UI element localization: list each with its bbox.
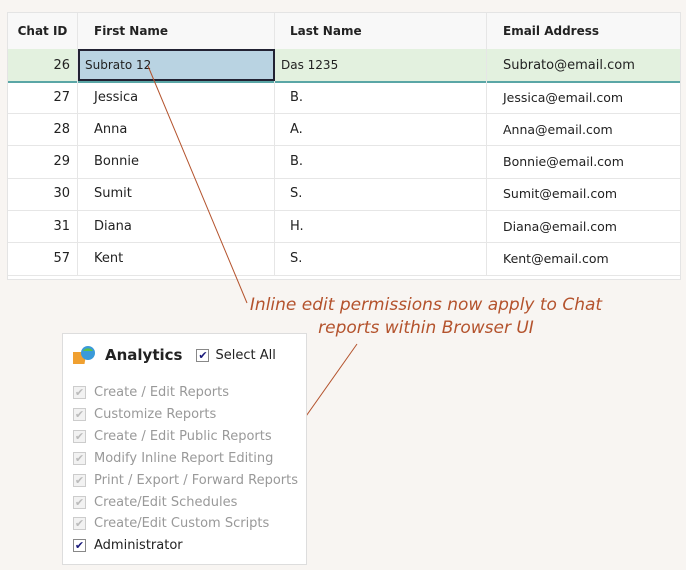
permission-label: Modify Inline Report Editing <box>94 450 274 466</box>
permission-checkbox[interactable]: ✔ <box>73 386 86 399</box>
analytics-icon <box>73 346 95 364</box>
permission-checkbox[interactable]: ✔ <box>73 429 86 443</box>
permission-item[interactable]: ✔ Create/Edit Custom Scripts <box>73 516 269 531</box>
permission-item[interactable]: ✔ Customize Reports <box>73 407 216 422</box>
permission-checkbox[interactable]: ✔ <box>73 517 86 531</box>
permission-label: Administrator <box>94 538 183 554</box>
permission-checkbox[interactable]: ✔ <box>73 473 86 487</box>
permission-label: Create/Edit Schedules <box>94 494 238 510</box>
permission-checkbox[interactable]: ✔ <box>73 539 86 553</box>
permission-label: Create / Edit Reports <box>94 385 230 400</box>
panel-title: Analytics <box>105 346 183 364</box>
annotation-line-1: Inline edit permissions now apply to Cha… <box>249 295 603 315</box>
permission-label: Print / Export / Forward Reports <box>94 472 299 488</box>
permission-label: Create/Edit Custom Scripts <box>94 516 270 532</box>
select-all-label: Select All <box>215 347 276 363</box>
permission-item[interactable]: ✔ Print / Export / Forward Reports <box>73 473 298 488</box>
permission-label: Create / Edit Public Reports <box>94 428 272 444</box>
permission-item[interactable]: ✔ Create / Edit Public Reports <box>73 429 272 444</box>
analytics-permissions-panel: Analytics ✔ Select All ✔ Create / Edit Re… <box>62 333 307 565</box>
select-all-checkbox[interactable]: ✔ <box>196 348 210 362</box>
permission-item[interactable]: ✔ Administrator <box>73 538 183 553</box>
permission-item[interactable]: ✔ Create / Edit Reports <box>73 385 229 400</box>
permission-item[interactable]: ✔ Modify Inline Report Editing <box>73 451 273 466</box>
permission-checkbox[interactable]: ✔ <box>73 495 86 509</box>
permission-checkbox[interactable]: ✔ <box>73 451 86 465</box>
permission-item[interactable]: ✔ Create/Edit Schedules <box>73 495 237 510</box>
permission-checkbox[interactable]: ✔ <box>73 407 86 421</box>
permission-label: Customize Reports <box>94 406 217 422</box>
